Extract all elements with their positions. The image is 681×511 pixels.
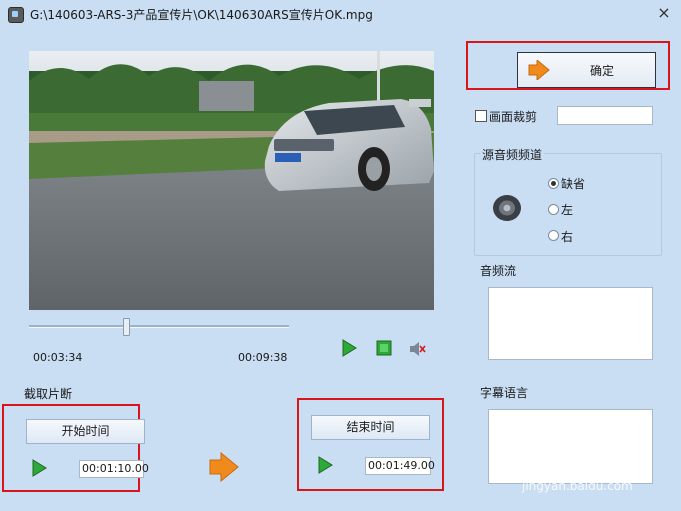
end-highlight: [297, 398, 444, 491]
total-time: 00:09:38: [238, 351, 288, 364]
start-play-icon[interactable]: [30, 459, 48, 477]
end-time-input[interactable]: 00:01:49.00: [365, 457, 435, 475]
watermark-brand: Bai❀经验: [520, 447, 629, 480]
paw-icon: ❀: [569, 454, 589, 479]
stop-icon[interactable]: [376, 340, 394, 358]
window-title: G:\140603-ARS-3产品宣传片\OK\140630ARS宣传片OK.m…: [30, 8, 373, 22]
end-time-button[interactable]: 结束时间: [311, 415, 430, 440]
end-play-icon[interactable]: [316, 456, 334, 474]
start-highlight: [2, 404, 140, 492]
radio-right[interactable]: [548, 230, 559, 241]
audio-stream-title: 音频流: [480, 264, 517, 278]
radio-left[interactable]: [548, 204, 559, 215]
radio-default-label: 缺省: [561, 177, 586, 191]
watermark-url: jingyan.baidu.com: [522, 479, 633, 493]
crop-field[interactable]: [557, 106, 653, 125]
confirm-button[interactable]: 确定: [517, 52, 656, 88]
audio-channel-title: 源音频频道: [480, 146, 545, 163]
video-preview: [29, 51, 434, 310]
mute-icon[interactable]: [408, 340, 426, 358]
start-time-input[interactable]: 00:01:10.00: [79, 460, 149, 478]
radio-right-label: 右: [561, 230, 574, 244]
confirm-label: 确定: [590, 64, 615, 78]
clip-arrow-icon: [208, 451, 240, 485]
seek-thumb[interactable]: [123, 318, 131, 336]
play-icon[interactable]: [340, 339, 358, 357]
radio-default[interactable]: [548, 178, 559, 189]
audio-stream-list[interactable]: [488, 287, 653, 360]
seek-track[interactable]: [29, 325, 289, 328]
clip-title: 截取片断: [24, 387, 73, 401]
radio-left-label: 左: [561, 203, 574, 217]
orange-arrow-icon: [528, 58, 550, 83]
app-icon: [8, 7, 24, 23]
crop-label: 画面裁剪: [489, 110, 538, 124]
subtitle-title: 字幕语言: [480, 386, 529, 400]
current-time: 00:03:34: [33, 351, 83, 364]
speaker-icon: [492, 194, 522, 225]
crop-checkbox[interactable]: [475, 110, 487, 122]
start-time-button[interactable]: 开始时间: [26, 419, 145, 444]
close-icon[interactable]: ×: [656, 4, 672, 22]
